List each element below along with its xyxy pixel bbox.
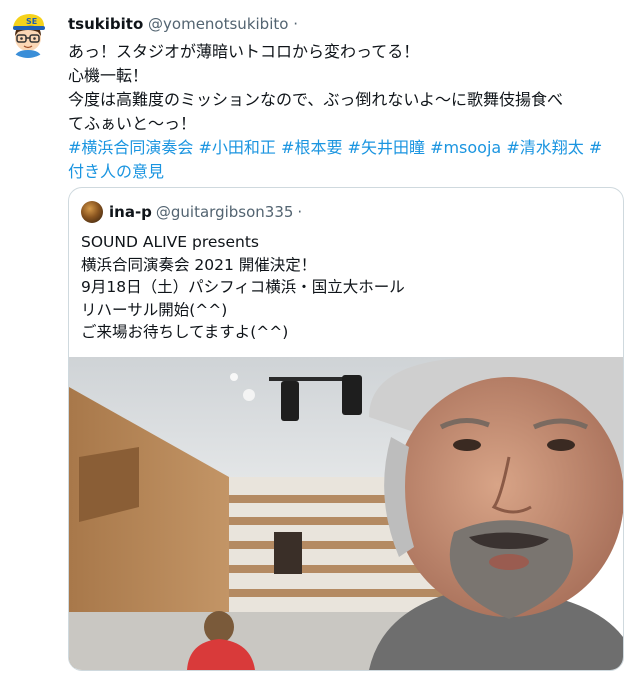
- hashtag-link[interactable]: #根本要: [281, 138, 342, 157]
- hashtag-link[interactable]: #小田和正: [199, 138, 276, 157]
- hashtag-link[interactable]: #矢井田瞳: [348, 138, 425, 157]
- tweet-text-line: てふぁいと～っ！: [68, 114, 197, 133]
- hashtag-link[interactable]: #msooja: [430, 138, 501, 157]
- hashtag-line: #横浜合同演奏会 #小田和正 #根本要 #矢井田瞳 #msooja #清水翔太 …: [68, 136, 623, 160]
- quoted-user-handle[interactable]: @guitargibson335: [156, 203, 294, 221]
- hashtag-line: 付き人の意見: [68, 160, 623, 184]
- tweet-header: tsukibito @yomenotsukibito ·: [68, 14, 298, 34]
- user-avatar[interactable]: SE: [4, 10, 52, 58]
- avatar-illustration: SE: [4, 10, 52, 58]
- tweet[interactable]: SE tsukibito @yomenotsukibito · あっ！スタジオが…: [0, 0, 638, 678]
- user-handle[interactable]: @yomenotsukibito: [148, 15, 288, 33]
- quoted-tweet-photo[interactable]: [69, 357, 623, 670]
- quoted-user-avatar[interactable]: [81, 201, 103, 223]
- hashtag-link[interactable]: 付き人の意見: [68, 162, 164, 181]
- tweet-text-line: あっ！スタジオが薄暗いトコロから変わってる！: [68, 42, 420, 61]
- tweet-text: あっ！スタジオが薄暗いトコロから変わってる！ 心機一転！ 今度は高難度のミッショ…: [68, 40, 623, 184]
- tweet-text-line: 心機一転！: [68, 66, 149, 85]
- quoted-text-line: 9月18日（土）パシフィコ横浜・国立大ホール: [81, 278, 405, 296]
- separator-dot: ·: [297, 203, 303, 221]
- hashtag-link[interactable]: #: [589, 138, 602, 157]
- quoted-tweet-text: SOUND ALIVE presents 横浜合同演奏会 2021 開催決定！ …: [81, 231, 601, 344]
- display-name[interactable]: tsukibito: [68, 15, 143, 33]
- tweet-text-line: 今度は高難度のミッションなので、ぶっ倒れないよ～に歌舞伎揚食べ: [68, 90, 564, 109]
- separator-dot: ·: [293, 15, 298, 33]
- quoted-text-line: リハーサル開始(^^): [81, 300, 228, 319]
- hashtag-link[interactable]: #横浜合同演奏会: [68, 138, 193, 157]
- avatar-logo: SE: [26, 17, 37, 26]
- quoted-text-line: 横浜合同演奏会 2021 開催決定！: [81, 255, 317, 274]
- studio-selfie-photo: [69, 357, 623, 670]
- quoted-text-line: SOUND ALIVE presents: [81, 233, 259, 251]
- quoted-tweet[interactable]: ina-p @guitargibson335 · SOUND ALIVE pre…: [68, 187, 624, 671]
- quoted-display-name[interactable]: ina-p: [109, 203, 152, 221]
- quoted-tweet-header: ina-p @guitargibson335 ·: [81, 200, 302, 224]
- quoted-text-line: ご来場お待ちしてますよ(^^): [81, 323, 289, 341]
- hashtag-link[interactable]: #清水翔太: [506, 138, 583, 157]
